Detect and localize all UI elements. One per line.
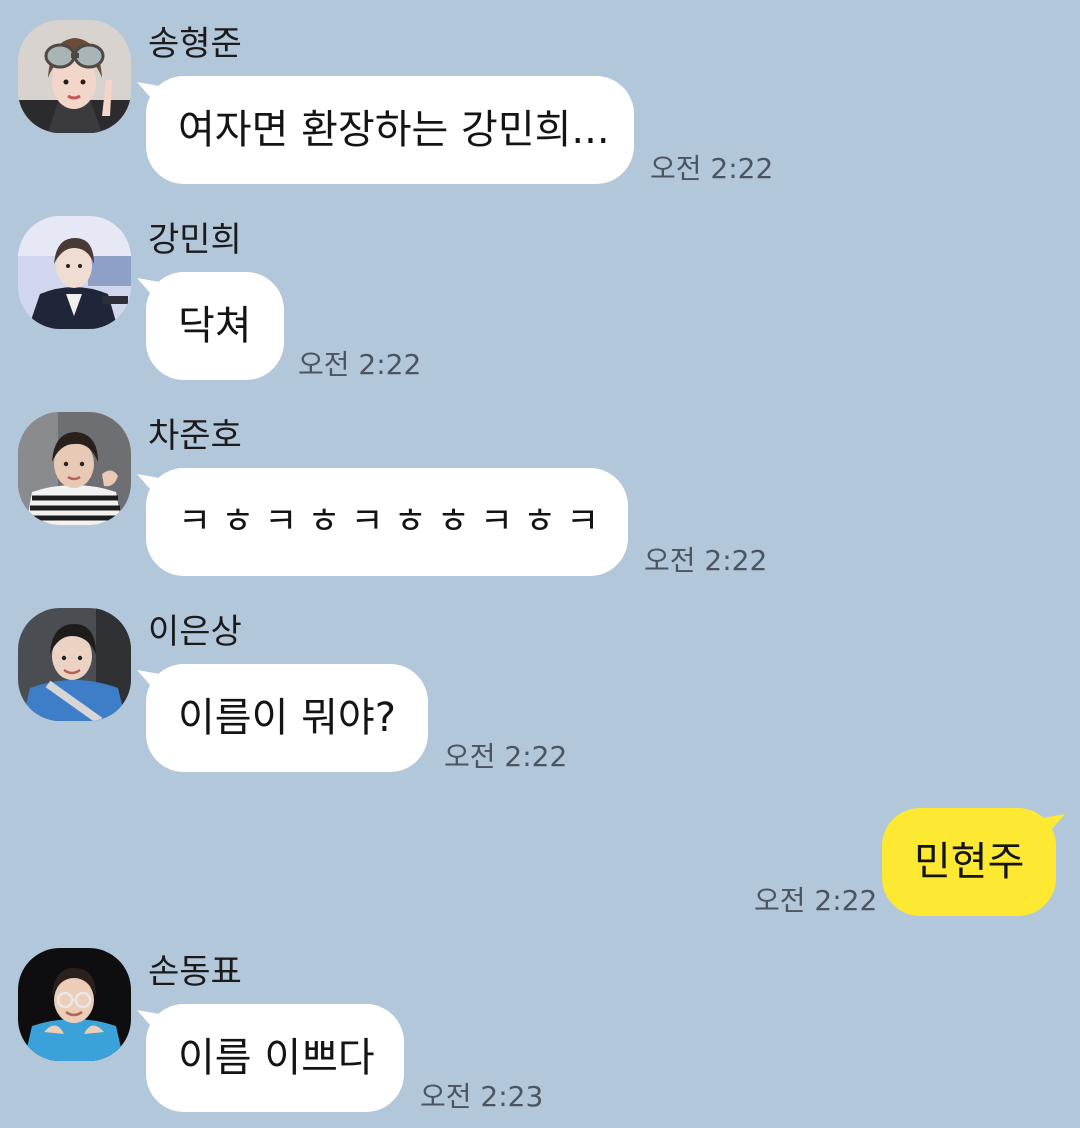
message-text: 민현주 bbox=[914, 839, 1025, 885]
message-time: 오전 2:23 bbox=[420, 1080, 544, 1113]
message-bubble[interactable]: ㅋㅎㅋㅎㅋㅎㅎㅋㅎㅋ bbox=[137, 468, 628, 576]
profile-photo-striped-shirt-icon[interactable] bbox=[18, 412, 131, 525]
sender-name: 이은상 bbox=[148, 612, 242, 652]
message-time: 오전 2:22 bbox=[444, 740, 568, 773]
message-text: 이름이 뭐야? bbox=[178, 695, 396, 741]
bubble-tail-icon bbox=[137, 474, 171, 504]
bubble-tail-icon bbox=[137, 278, 171, 308]
sender-name: 강민희 bbox=[148, 220, 242, 260]
profile-photo-glasses-icon[interactable] bbox=[18, 948, 131, 1061]
message-text: 여자면 환장하는 강민희... bbox=[178, 107, 610, 153]
message-text: 닥쳐 bbox=[178, 303, 252, 349]
bubble-tail-icon bbox=[137, 1010, 171, 1040]
sender-name: 송형준 bbox=[148, 24, 242, 64]
message-text: ㅋㅎㅋㅎㅋㅎㅎㅋㅎㅋ bbox=[178, 501, 610, 542]
message-time: 오전 2:22 bbox=[754, 884, 878, 917]
message-bubble[interactable]: 이름 이쁘다 bbox=[137, 1004, 404, 1112]
my-message-bubble[interactable]: 민현주 bbox=[882, 808, 1065, 916]
message-time: 오전 2:22 bbox=[650, 152, 774, 185]
bubble-tail-icon bbox=[137, 670, 171, 700]
message-text: 이름 이쁘다 bbox=[178, 1035, 375, 1081]
message-time: 오전 2:22 bbox=[298, 348, 422, 381]
message-bubble[interactable]: 닥쳐 bbox=[137, 272, 284, 380]
chat-message-list[interactable]: 송형준 여자면 환장하는 강민희... 오전 2:22 강민희 닥쳐 오전 2:… bbox=[0, 0, 1080, 1128]
message-time: 오전 2:22 bbox=[644, 544, 768, 577]
profile-photo-suit-icon[interactable] bbox=[18, 216, 131, 329]
message-bubble[interactable]: 이름이 뭐야? bbox=[137, 664, 428, 772]
sender-name: 차준호 bbox=[148, 416, 242, 456]
bubble-tail-icon bbox=[137, 82, 171, 112]
profile-photo-goggles-icon[interactable] bbox=[18, 20, 131, 133]
bubble-tail-icon bbox=[1031, 814, 1065, 844]
sender-name: 손동표 bbox=[148, 952, 242, 992]
message-bubble[interactable]: 여자면 환장하는 강민희... bbox=[137, 76, 634, 184]
profile-photo-car-seat-icon[interactable] bbox=[18, 608, 131, 721]
